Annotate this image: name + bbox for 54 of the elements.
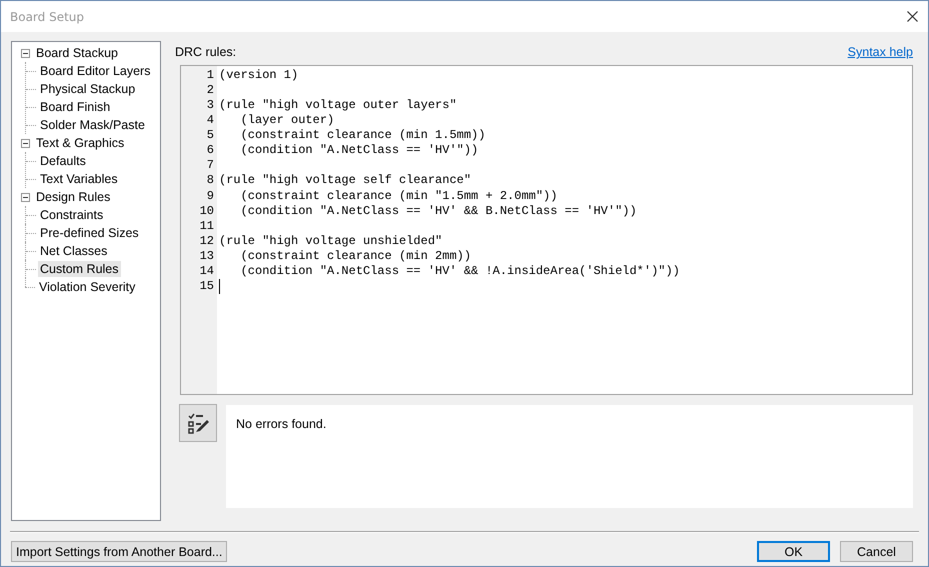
- dialog-button[interactable]: Import Settings from Another Board...: [11, 541, 228, 562]
- close-icon[interactable]: [907, 11, 918, 22]
- code-line: (rule "high voltage unshielded": [219, 234, 442, 249]
- line-number: 13: [200, 248, 214, 263]
- tree-item[interactable]: Violation Severity: [37, 279, 138, 295]
- collapse-toggle-icon[interactable]: [21, 192, 30, 202]
- tree-item[interactable]: Text Variables: [38, 171, 120, 187]
- line-number: 7: [206, 158, 214, 172]
- collapse-toggle-icon[interactable]: [21, 138, 30, 148]
- code-line: (condition "A.NetClass == 'HV'")): [240, 143, 478, 158]
- tree-item[interactable]: Constraints: [38, 207, 106, 223]
- line-number: 1: [206, 68, 214, 82]
- status-message: No errors found.: [236, 417, 326, 431]
- code-line: (condition "A.NetClass == 'HV' && !A.insideArea('Shield*')")): [240, 264, 680, 279]
- code-line: (rule "high voltage self clearance": [219, 173, 472, 188]
- window-title: Board Setup: [10, 10, 84, 24]
- drc-rules-label: DRC rules:: [175, 45, 236, 59]
- line-number: 15: [200, 278, 214, 293]
- code-line: (rule "high voltage outer layers": [219, 98, 457, 114]
- line-number: 5: [206, 128, 214, 142]
- collapse-toggle-icon[interactable]: [21, 48, 30, 58]
- tree-item[interactable]: Board Editor Layers: [38, 63, 152, 79]
- code-line: (layer outer): [240, 113, 334, 128]
- line-number: 14: [200, 264, 214, 278]
- tree-item[interactable]: Custom Rules: [38, 261, 120, 277]
- code-line: (constraint clearance (min 1.5mm)): [240, 128, 486, 144]
- tree-item[interactable]: Design Rules: [34, 189, 112, 205]
- check-rules-button[interactable]: [179, 404, 217, 442]
- code-line: (condition "A.NetClass == 'HV' && B.NetClass == 'HV'")): [240, 204, 637, 219]
- line-number: 9: [206, 188, 214, 202]
- checklist-pencil-icon: [186, 411, 210, 435]
- code-line: (constraint clearance (min "1.5mm + 2.0mm")): [240, 188, 558, 204]
- dialog-button[interactable]: OK: [757, 541, 830, 562]
- line-number: 4: [206, 113, 214, 128]
- tree-item[interactable]: Text & Graphics: [34, 135, 126, 151]
- code-editor[interactable]: [180, 65, 913, 395]
- tree-item[interactable]: Net Classes: [38, 243, 110, 259]
- tree-item[interactable]: Solder Mask/Paste: [38, 117, 147, 133]
- line-number: 6: [206, 143, 214, 158]
- line-number: 11: [200, 218, 214, 233]
- line-number: 12: [200, 234, 214, 248]
- tree-item[interactable]: Board Stackup: [34, 45, 120, 61]
- code-line: (version 1): [219, 68, 298, 84]
- tree-item[interactable]: Defaults: [38, 153, 88, 169]
- line-number: 2: [206, 83, 214, 98]
- syntax-help-link[interactable]: Syntax help: [848, 45, 913, 59]
- line-number: 8: [206, 173, 214, 188]
- tree-item[interactable]: Pre-defined Sizes: [38, 225, 141, 241]
- tree-item[interactable]: Board Finish: [38, 99, 112, 115]
- tree-item[interactable]: Physical Stackup: [38, 81, 138, 97]
- line-number: 10: [200, 204, 214, 218]
- dialog-button[interactable]: Cancel: [840, 541, 913, 562]
- line-number: 3: [206, 98, 214, 112]
- code-line: (constraint clearance (min 2mm)): [240, 248, 472, 264]
